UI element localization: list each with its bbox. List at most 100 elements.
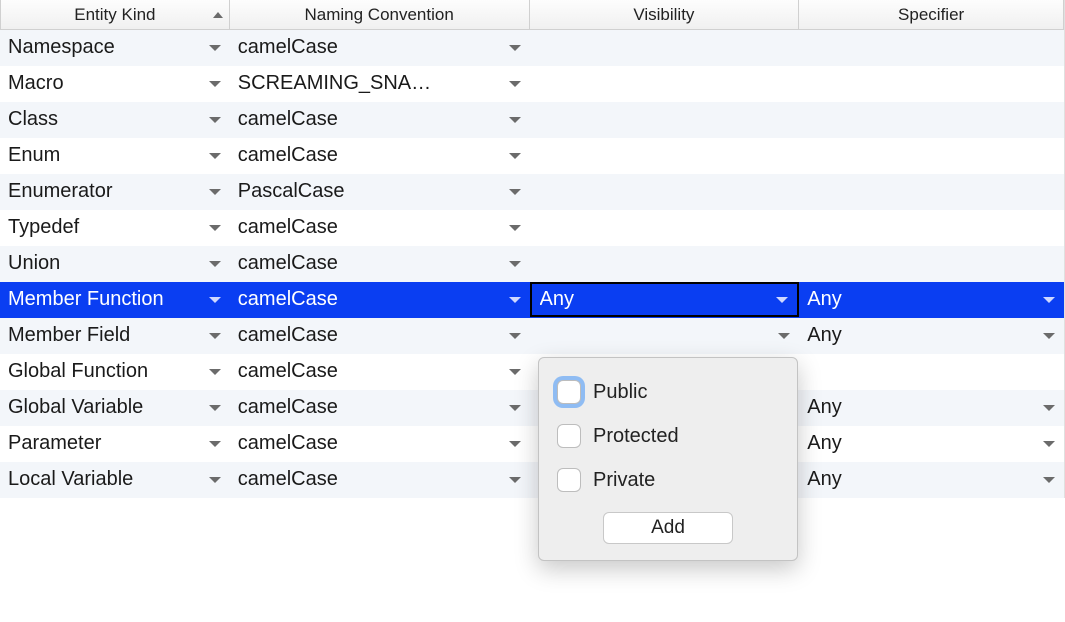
specifier-label: Any (807, 288, 1038, 311)
specifier-cell[interactable]: Any (799, 282, 1064, 317)
visibility-cell[interactable] (530, 246, 800, 281)
entity-kind-label: Namespace (8, 36, 204, 59)
specifier-cell[interactable]: Any (799, 390, 1064, 425)
naming-convention-cell[interactable]: camelCase (230, 462, 530, 497)
specifier-cell[interactable] (799, 174, 1064, 209)
checkbox[interactable] (557, 424, 581, 448)
entity-kind-cell[interactable]: Enumerator (0, 174, 230, 209)
entity-kind-cell[interactable]: Member Function (0, 282, 230, 317)
chevron-down-icon (508, 324, 522, 347)
table-row[interactable]: MacroSCREAMING_SNA… (0, 66, 1064, 102)
visibility-cell[interactable] (530, 210, 800, 245)
entity-kind-cell[interactable]: Member Field (0, 318, 230, 353)
visibility-cell[interactable] (530, 318, 800, 353)
checkbox[interactable] (557, 468, 581, 492)
table-row[interactable]: Parameter camelCase Any (0, 426, 1064, 462)
naming-convention-cell[interactable]: camelCase (230, 282, 530, 317)
checkbox[interactable] (557, 380, 581, 404)
entity-kind-cell[interactable]: Class (0, 102, 230, 137)
table-row[interactable]: Class camelCase (0, 102, 1064, 138)
naming-convention-label: camelCase (238, 468, 504, 491)
naming-convention-cell[interactable]: camelCase (230, 246, 530, 281)
visibility-cell[interactable] (530, 138, 800, 173)
specifier-cell[interactable] (799, 210, 1064, 245)
naming-convention-cell[interactable]: camelCase (230, 138, 530, 173)
naming-convention-cell[interactable]: camelCase (230, 210, 530, 245)
naming-convention-cell[interactable]: camelCase (230, 102, 530, 137)
chevron-down-icon (777, 324, 791, 347)
table-row[interactable]: EnumeratorPascalCase (0, 174, 1064, 210)
naming-convention-label: camelCase (238, 360, 504, 383)
specifier-cell[interactable] (799, 246, 1064, 281)
naming-convention-label: camelCase (238, 396, 504, 419)
naming-convention-cell[interactable]: camelCase (230, 30, 530, 65)
entity-kind-cell[interactable]: Global Variable (0, 390, 230, 425)
visibility-popup: Public Protected Private Add (538, 357, 798, 561)
table-row[interactable]: Namespace camelCase (0, 30, 1064, 66)
specifier-cell[interactable]: Any (799, 318, 1064, 353)
entity-kind-cell[interactable]: Local Variable (0, 462, 230, 497)
specifier-cell[interactable] (799, 354, 1064, 389)
entity-kind-cell[interactable]: Macro (0, 66, 230, 101)
chevron-down-icon (208, 396, 222, 419)
chevron-down-icon (208, 288, 222, 311)
table-row[interactable]: Local Variable camelCase Any (0, 462, 1064, 498)
visibility-cell[interactable] (530, 102, 800, 137)
entity-kind-label: Class (8, 108, 204, 131)
chevron-down-icon (775, 288, 789, 311)
entity-kind-cell[interactable]: Namespace (0, 30, 230, 65)
chevron-down-icon (208, 324, 222, 347)
entity-kind-cell[interactable]: Global Function (0, 354, 230, 389)
table-row[interactable]: EnumcamelCase (0, 138, 1064, 174)
specifier-cell[interactable] (799, 102, 1064, 137)
column-header-specifier[interactable]: Specifier (799, 0, 1064, 29)
specifier-cell[interactable] (799, 138, 1064, 173)
naming-convention-label: camelCase (238, 288, 504, 311)
naming-convention-cell[interactable]: camelCase (230, 318, 530, 353)
column-header-visibility[interactable]: Visibility (530, 0, 800, 29)
chevron-down-icon (208, 108, 222, 131)
column-header-naming-convention[interactable]: Naming Convention (230, 0, 530, 29)
add-button[interactable]: Add (603, 512, 733, 544)
specifier-cell[interactable]: Any (799, 426, 1064, 461)
table-row[interactable]: Member Function camelCase Any Any (0, 282, 1064, 318)
entity-kind-cell[interactable]: Typedef (0, 210, 230, 245)
table-row[interactable]: Global Function camelCase (0, 354, 1064, 390)
visibility-cell[interactable]: Any (530, 282, 800, 317)
visibility-label: Any (540, 288, 772, 311)
naming-convention-cell[interactable]: camelCase (230, 354, 530, 389)
table-row[interactable]: Union camelCase (0, 246, 1064, 282)
specifier-label: Any (807, 324, 1038, 347)
naming-convention-cell[interactable]: camelCase (230, 426, 530, 461)
naming-convention-label: camelCase (238, 252, 504, 275)
naming-convention-cell[interactable]: SCREAMING_SNA… (230, 66, 530, 101)
chevron-down-icon (1042, 432, 1056, 455)
chevron-down-icon (208, 72, 222, 95)
chevron-down-icon (508, 216, 522, 239)
visibility-cell[interactable] (530, 174, 800, 209)
naming-convention-label: camelCase (238, 432, 504, 455)
column-header-label: Entity Kind (74, 5, 155, 25)
specifier-cell[interactable] (799, 66, 1064, 101)
visibility-cell[interactable] (530, 30, 800, 65)
table-row[interactable]: Global Variable camelCase Any (0, 390, 1064, 426)
chevron-down-icon (508, 468, 522, 491)
specifier-cell[interactable]: Any (799, 462, 1064, 497)
column-header-entity-kind[interactable]: Entity Kind (0, 0, 230, 29)
table-row[interactable]: TypedefcamelCase (0, 210, 1064, 246)
chevron-down-icon (208, 468, 222, 491)
entity-kind-label: Global Variable (8, 396, 204, 419)
visibility-option-label: Protected (593, 425, 679, 448)
entity-kind-cell[interactable]: Parameter (0, 426, 230, 461)
entity-kind-cell[interactable]: Union (0, 246, 230, 281)
entity-kind-label: Member Field (8, 324, 204, 347)
visibility-cell[interactable] (530, 66, 800, 101)
naming-convention-cell[interactable]: camelCase (230, 390, 530, 425)
table-row[interactable]: Member Field camelCase Any (0, 318, 1064, 354)
visibility-option[interactable]: Protected (553, 414, 783, 458)
naming-convention-cell[interactable]: PascalCase (230, 174, 530, 209)
visibility-option[interactable]: Private (553, 458, 783, 502)
entity-kind-cell[interactable]: Enum (0, 138, 230, 173)
specifier-cell[interactable] (799, 30, 1064, 65)
visibility-option[interactable]: Public (553, 370, 783, 414)
